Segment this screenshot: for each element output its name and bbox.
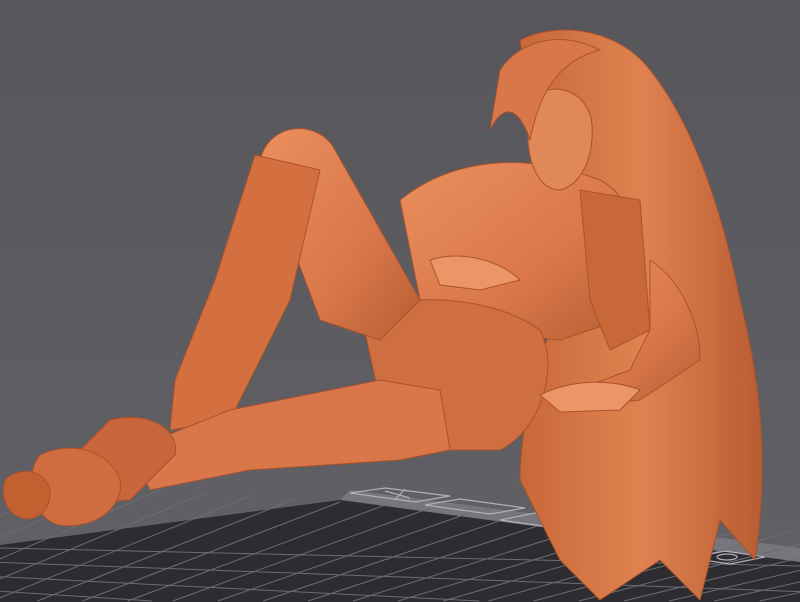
scene [0, 0, 800, 602]
3d-viewport[interactable] [0, 0, 800, 602]
